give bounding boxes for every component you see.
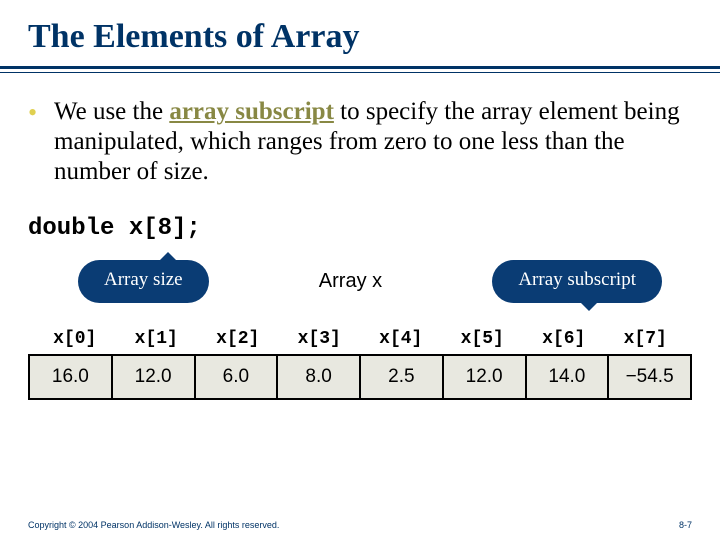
index-cell: x[4] [360, 329, 442, 349]
array-diagram: x[0] x[1] x[2] x[3] x[4] x[5] x[6] x[7] … [28, 329, 692, 400]
value-cell: 12.0 [444, 356, 527, 398]
index-cell: x[3] [279, 329, 361, 349]
bullet-marker: • [28, 97, 54, 187]
index-cell: x[7] [605, 329, 687, 349]
value-cell: 8.0 [278, 356, 361, 398]
index-cell: x[5] [442, 329, 524, 349]
value-cell: −54.5 [609, 356, 690, 398]
value-row: 16.0 12.0 6.0 8.0 2.5 12.0 14.0 −54.5 [28, 354, 692, 400]
slide: The Elements of Array • We use the array… [0, 0, 720, 540]
code-declaration: double x[8]; [28, 215, 692, 242]
value-cell: 6.0 [196, 356, 279, 398]
callout-array-size: Array size [78, 260, 209, 303]
value-cell: 2.5 [361, 356, 444, 398]
title-rule [0, 66, 720, 69]
bullet-pre: We use the [54, 98, 169, 125]
index-cell: x[2] [197, 329, 279, 349]
index-row: x[0] x[1] x[2] x[3] x[4] x[5] x[6] x[7] [28, 329, 692, 349]
array-caption: Array x [319, 270, 382, 293]
bullet-text: We use the array subscript to specify th… [54, 97, 692, 187]
value-cell: 14.0 [527, 356, 610, 398]
copyright-text: Copyright © 2004 Pearson Addison-Wesley.… [28, 520, 279, 530]
value-cell: 16.0 [30, 356, 113, 398]
index-cell: x[0] [34, 329, 116, 349]
bullet-item: • We use the array subscript to specify … [28, 97, 692, 187]
value-cell: 12.0 [113, 356, 196, 398]
keyword-highlight: array subscript [169, 98, 334, 125]
index-cell: x[1] [116, 329, 198, 349]
index-cell: x[6] [523, 329, 605, 349]
page-number: 8-7 [679, 520, 692, 530]
footer: Copyright © 2004 Pearson Addison-Wesley.… [28, 520, 692, 530]
callout-row: Array size Array x Array subscript [28, 260, 692, 303]
callout-array-subscript: Array subscript [492, 260, 662, 303]
slide-title: The Elements of Array [28, 18, 692, 56]
